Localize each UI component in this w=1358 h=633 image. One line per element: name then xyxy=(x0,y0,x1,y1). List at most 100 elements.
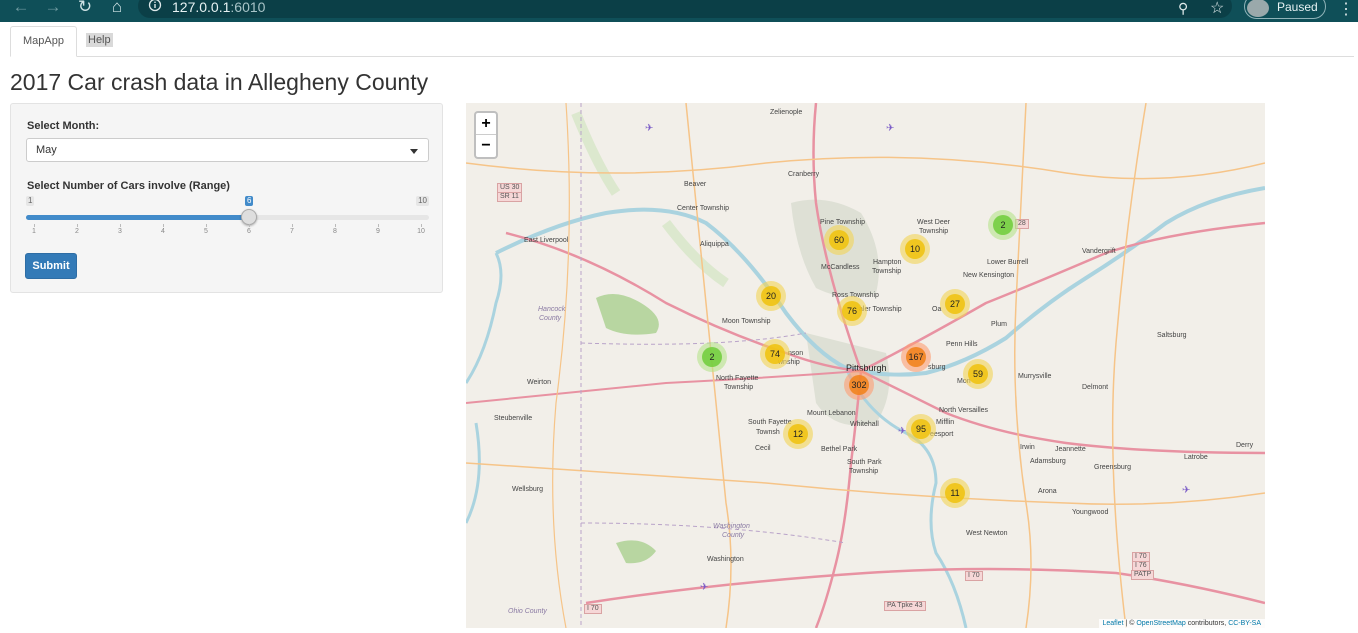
place-label: Aliquippa xyxy=(700,241,729,248)
cluster-count: 20 xyxy=(761,286,781,306)
slider-tick-label: 4 xyxy=(161,228,165,235)
marker-cluster[interactable]: 167 xyxy=(901,342,931,372)
forward-icon[interactable]: → xyxy=(42,0,64,22)
tab-mapapp[interactable]: MapApp xyxy=(10,26,77,57)
place-label: Penn Hills xyxy=(946,341,978,348)
place-label: Vandergrift xyxy=(1082,248,1116,255)
cluster-count: 60 xyxy=(829,230,849,250)
route-shield: I 70 xyxy=(965,571,983,581)
cars-range-label: Select Number of Cars involve (Range) xyxy=(27,180,230,192)
slider-tick xyxy=(335,224,336,227)
airport-icon: ✈ xyxy=(645,123,654,134)
slider-tick-label: 2 xyxy=(75,228,79,235)
marker-cluster[interactable]: 74 xyxy=(760,339,790,369)
page-title: 2017 Car crash data in Allegheny County xyxy=(10,69,429,95)
place-label: Washington xyxy=(713,523,750,530)
cluster-count: 95 xyxy=(911,419,931,439)
place-label: South Park xyxy=(847,459,882,466)
marker-cluster[interactable]: 20 xyxy=(756,281,786,311)
info-icon[interactable] xyxy=(148,0,162,14)
place-label: Weirton xyxy=(527,379,551,386)
attribution-contrib: contributors, xyxy=(1185,620,1229,627)
leaflet-link[interactable]: Leaflet xyxy=(1103,620,1124,627)
place-label: Cecil xyxy=(755,445,771,452)
slider-handle[interactable] xyxy=(241,209,257,225)
place-label: Moon Township xyxy=(722,318,771,325)
slider-tick-label: 1 xyxy=(32,228,36,235)
cluster-count: 11 xyxy=(945,483,965,503)
marker-cluster[interactable]: 10 xyxy=(900,234,930,264)
cars-range-slider[interactable]: 1 10 6 1 2 3 4 5 6 7 8 9 10 xyxy=(26,196,429,236)
airport-icon: ✈ xyxy=(886,123,895,134)
cluster-count: 76 xyxy=(842,301,862,321)
place-label: Mifflin xyxy=(936,419,955,426)
slider-tick xyxy=(77,224,78,227)
back-icon[interactable]: ← xyxy=(10,0,32,22)
map-attribution: Leaflet | © OpenStreetMap contributors, … xyxy=(1098,619,1265,628)
place-label: Plum xyxy=(991,321,1007,328)
place-label: County xyxy=(722,532,745,539)
bookmark-star-icon[interactable]: ☆ xyxy=(1210,0,1224,18)
slider-ticks: 1 2 3 4 5 6 7 8 9 10 xyxy=(26,224,429,236)
cluster-count: 2 xyxy=(993,215,1013,235)
place-label: Cranberry xyxy=(788,171,820,178)
marker-cluster[interactable]: 59 xyxy=(963,359,993,389)
submit-button[interactable]: Submit xyxy=(25,253,77,279)
place-label: Whitehall xyxy=(850,421,879,428)
marker-cluster[interactable]: 76 xyxy=(837,296,867,326)
place-label: Latrobe xyxy=(1184,454,1208,461)
route-shield: PATP xyxy=(1131,570,1155,580)
marker-cluster[interactable]: 2 xyxy=(988,210,1018,240)
place-label: Center Township xyxy=(677,205,730,212)
place-label: New Kensington xyxy=(963,272,1014,279)
slider-tick xyxy=(206,224,207,227)
slider-tick-label: 7 xyxy=(290,228,294,235)
marker-cluster[interactable]: 2 xyxy=(697,342,727,372)
address-bar[interactable] xyxy=(138,0,1232,18)
chevron-down-icon xyxy=(410,149,418,154)
license-link[interactable]: CC-BY-SA xyxy=(1228,620,1261,627)
marker-cluster[interactable]: 60 xyxy=(824,225,854,255)
place-label: Hampton xyxy=(873,259,902,266)
home-icon[interactable]: ⌂ xyxy=(106,0,128,22)
profile-button[interactable]: Paused xyxy=(1244,0,1326,19)
marker-cluster[interactable]: 11 xyxy=(940,478,970,508)
place-label: Hancock xyxy=(538,306,566,313)
slider-tick-label: 9 xyxy=(376,228,380,235)
place-label: Ohio County xyxy=(508,608,547,615)
place-label: Bethel Park xyxy=(821,446,858,453)
marker-cluster[interactable]: 95 xyxy=(906,414,936,444)
kebab-menu-icon[interactable]: ⋮ xyxy=(1338,0,1354,19)
zoom-in-button[interactable]: + xyxy=(476,113,496,135)
place-label: Murrysville xyxy=(1018,373,1052,380)
place-label: Beaver xyxy=(684,181,707,188)
airport-icon: ✈ xyxy=(700,582,709,593)
slider-value-label: 6 xyxy=(245,196,254,206)
marker-cluster[interactable]: 27 xyxy=(940,289,970,319)
month-select[interactable]: May xyxy=(26,138,429,162)
airport-icon: ✈ xyxy=(1182,485,1191,496)
place-label: Adamsburg xyxy=(1030,458,1066,465)
month-label: Select Month: xyxy=(27,120,100,132)
place-label: West Deer xyxy=(917,219,950,226)
route-shield: SR 11 xyxy=(497,192,522,202)
place-label: sburg xyxy=(928,364,946,371)
cluster-count: 74 xyxy=(765,344,785,364)
marker-cluster[interactable]: 12 xyxy=(783,419,813,449)
cluster-count: 302 xyxy=(849,375,869,395)
cluster-count: 27 xyxy=(945,294,965,314)
place-label: North Fayette xyxy=(716,375,759,382)
reload-icon[interactable]: ↻ xyxy=(74,0,96,22)
month-select-value: May xyxy=(36,144,57,156)
slider-tick xyxy=(34,224,35,227)
zoom-out-icon[interactable]: ⚲ xyxy=(1178,0,1188,17)
browser-toolbar: ← → ↻ ⌂ 127.0.0.1:6010 ⚲ ☆ Paused ⋮ xyxy=(0,0,1358,22)
leaflet-map[interactable]: + − Zelienople Cranberry Beaver Center T… xyxy=(466,103,1265,628)
osm-link[interactable]: OpenStreetMap xyxy=(1136,620,1185,627)
zoom-out-button[interactable]: − xyxy=(476,135,496,157)
marker-cluster[interactable]: 302 xyxy=(844,370,874,400)
place-label: West Newton xyxy=(966,530,1008,537)
place-label: Youngwood xyxy=(1072,509,1109,516)
tab-help[interactable]: Help xyxy=(74,26,125,57)
cluster-count: 10 xyxy=(905,239,925,259)
